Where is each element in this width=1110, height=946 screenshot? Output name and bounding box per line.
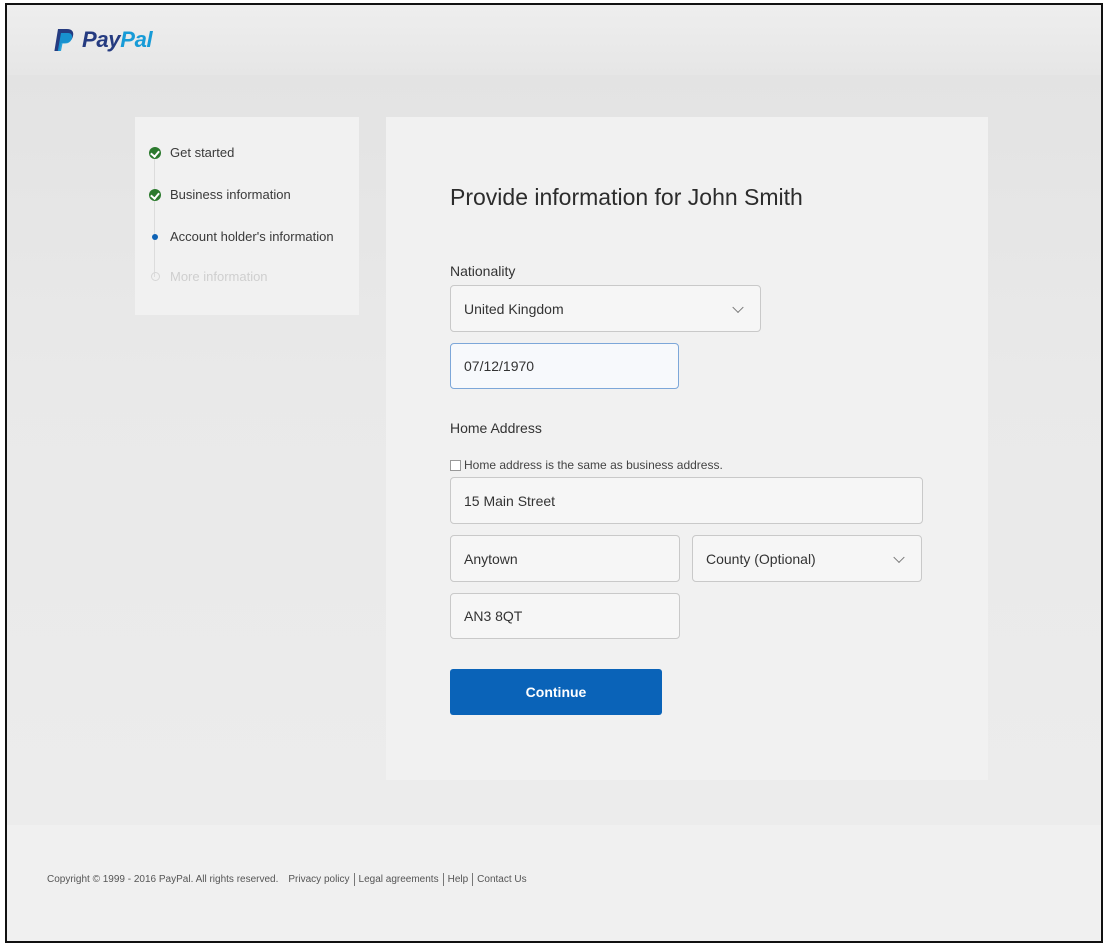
step-more-information: More information: [149, 269, 268, 284]
street-value: 15 Main Street: [464, 492, 556, 509]
date-of-birth-input[interactable]: 07/12/1970: [450, 343, 679, 389]
footer-links: Copyright © 1999 - 2016 PayPal. All righ…: [47, 873, 527, 886]
brand-pay: Pay: [82, 27, 121, 52]
browser-frame: PayPal Get started Business information …: [5, 3, 1103, 943]
contact-us-link[interactable]: Contact Us: [477, 874, 526, 885]
step-label: Account holder's information: [170, 229, 334, 244]
continue-button[interactable]: Continue: [450, 669, 662, 715]
upcoming-step-icon: [150, 272, 160, 281]
step-label: Get started: [170, 145, 235, 160]
same-address-label: Home address is the same as business add…: [464, 458, 723, 472]
same-address-checkbox[interactable]: [450, 459, 461, 471]
current-step-icon: [152, 233, 158, 240]
step-get-started: Get started: [149, 145, 234, 160]
dob-value: 07/12/1970: [464, 358, 535, 374]
divider: [353, 873, 355, 886]
street-address-input[interactable]: 15 Main Street: [450, 477, 923, 524]
copyright-text: Copyright © 1999 - 2016 PayPal. All righ…: [47, 874, 279, 885]
steps-connector: [154, 157, 155, 277]
nationality-label: Nationality: [450, 263, 516, 279]
page-title: Provide information for John Smith: [450, 184, 803, 210]
form-card: Provide information for John Smith Natio…: [386, 117, 988, 780]
step-label: More information: [170, 269, 268, 284]
county-placeholder: County (Optional): [706, 550, 816, 567]
paypal-wordmark: PayPal: [82, 27, 153, 53]
same-address-row[interactable]: Home address is the same as business add…: [450, 458, 723, 472]
brand-pal: Pal: [120, 27, 153, 52]
help-link[interactable]: Help: [448, 874, 469, 885]
nationality-select[interactable]: United Kingdom: [450, 285, 761, 332]
chevron-down-icon: [893, 551, 905, 563]
step-label: Business information: [170, 187, 291, 202]
check-icon: [149, 188, 161, 201]
postcode-input[interactable]: AN3 8QT: [450, 593, 680, 639]
paypal-logo[interactable]: PayPal: [53, 25, 153, 55]
progress-steps: Get started Business information Account…: [135, 117, 359, 315]
header: PayPal: [7, 5, 1101, 75]
privacy-policy-link[interactable]: Privacy policy: [288, 874, 349, 885]
legal-agreements-link[interactable]: Legal agreements: [359, 874, 439, 885]
footer: Copyright © 1999 - 2016 PayPal. All righ…: [7, 825, 1101, 941]
chevron-down-icon: [732, 301, 744, 313]
divider: [472, 873, 474, 886]
step-business-information: Business information: [149, 187, 291, 202]
nationality-value: United Kingdom: [464, 300, 564, 317]
divider: [442, 873, 444, 886]
step-account-holder-information: Account holder's information: [149, 229, 334, 244]
postcode-value: AN3 8QT: [464, 608, 523, 624]
town-value: Anytown: [464, 550, 518, 567]
home-address-label: Home Address: [450, 420, 542, 436]
check-icon: [149, 146, 161, 159]
county-select[interactable]: County (Optional): [692, 535, 922, 582]
town-input[interactable]: Anytown: [450, 535, 680, 582]
paypal-logo-icon: [54, 29, 74, 51]
